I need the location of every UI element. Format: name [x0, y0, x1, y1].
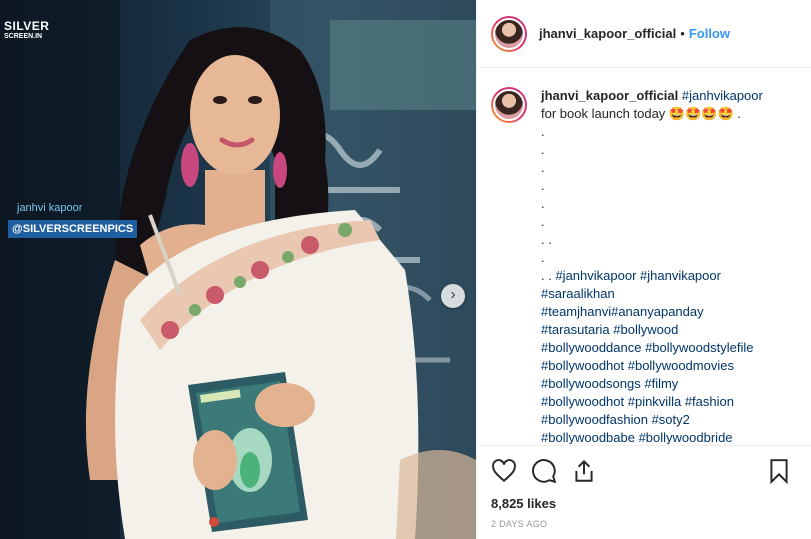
- avatar-image: [493, 17, 525, 50]
- caption-dot: .: [541, 178, 545, 193]
- caption-dot: .: [541, 142, 545, 157]
- caption-dot: .: [541, 160, 545, 175]
- share-icon[interactable]: [571, 458, 597, 484]
- hashtag-link[interactable]: #bollywooddance #bollywoodstylefile: [541, 339, 791, 357]
- comments-area[interactable]: jhanvi_kapoor_official #janhvikapoor for…: [477, 69, 811, 444]
- watermark-name: janhvi kapoor: [17, 202, 83, 214]
- caption-dot: . .: [541, 232, 552, 247]
- comment-icon[interactable]: [531, 458, 557, 484]
- post-header: jhanvi_kapoor_official • Follow: [477, 0, 811, 68]
- watermark-logo-bottom: SCREEN.IN: [4, 33, 43, 40]
- caption-avatar[interactable]: [491, 87, 527, 123]
- header-username[interactable]: jhanvi_kapoor_official: [539, 26, 676, 41]
- hashtag-link[interactable]: #janhvikapoor: [682, 88, 763, 103]
- caption-avatar-image: [493, 89, 525, 121]
- caption-body: for book launch today 🤩🤩🤩🤩 .: [541, 106, 741, 121]
- next-photo-button[interactable]: ›: [441, 284, 465, 308]
- like-count[interactable]: 8,825 likes: [491, 496, 798, 511]
- follow-button[interactable]: Follow: [689, 26, 730, 41]
- post-side-panel: jhanvi_kapoor_official • Follow jhanvi_k…: [476, 0, 811, 539]
- caption-dot: .: [541, 214, 545, 229]
- avatar[interactable]: [491, 15, 527, 52]
- caption: jhanvi_kapoor_official #janhvikapoor for…: [491, 87, 798, 444]
- caption-dot: .: [541, 250, 545, 265]
- photo-illustration: [0, 0, 476, 539]
- caption-dot: .: [541, 196, 545, 211]
- caption-text: jhanvi_kapoor_official #janhvikapoor for…: [541, 87, 791, 444]
- hashtag-link[interactable]: #bollywoodhot #bollywoodmovies: [541, 357, 791, 375]
- watermark-handle: @SILVERSCREENPICS: [8, 220, 138, 238]
- hashtag-link[interactable]: #janhvikapoor #jhanvikapoor: [555, 268, 721, 283]
- bookmark-icon[interactable]: [766, 458, 792, 484]
- hashtag-link[interactable]: #tarasutaria #bollywood: [541, 321, 791, 339]
- post-photo[interactable]: SILVER SCREEN.IN janhvi kapoor @SILVERSC…: [0, 0, 476, 539]
- hashtag-link[interactable]: #bollywoodhot #pinkvilla #fashion: [541, 393, 791, 411]
- caption-dot: .: [541, 124, 545, 139]
- header-separator: •: [680, 26, 685, 41]
- watermark-logo-top: SILVER: [4, 19, 50, 33]
- hashtag-prefix: . .: [541, 268, 556, 283]
- post-actions: 8,825 likes 2 DAYS AGO: [477, 445, 811, 529]
- heart-icon[interactable]: [491, 458, 517, 484]
- caption-username[interactable]: jhanvi_kapoor_official: [541, 88, 678, 103]
- watermark-logo: SILVER SCREEN.IN: [4, 20, 50, 41]
- action-icons: [491, 456, 798, 486]
- hashtag-link[interactable]: #teamjhanvi#ananyapanday: [541, 303, 791, 321]
- hashtag-link[interactable]: #bollywoodsongs #filmy: [541, 375, 791, 393]
- hashtag-link[interactable]: #bollywoodbabe #bollywoodbride: [541, 429, 791, 444]
- hashtag-line: . . #janhvikapoor #jhanvikapoor: [541, 267, 791, 285]
- caption-first-line: jhanvi_kapoor_official #janhvikapoor: [541, 87, 791, 105]
- post-timestamp[interactable]: 2 DAYS AGO: [491, 519, 798, 529]
- hashtag-link[interactable]: #saraalikhan: [541, 285, 791, 303]
- hashtag-link[interactable]: #bollywoodfashion #soty2: [541, 411, 791, 429]
